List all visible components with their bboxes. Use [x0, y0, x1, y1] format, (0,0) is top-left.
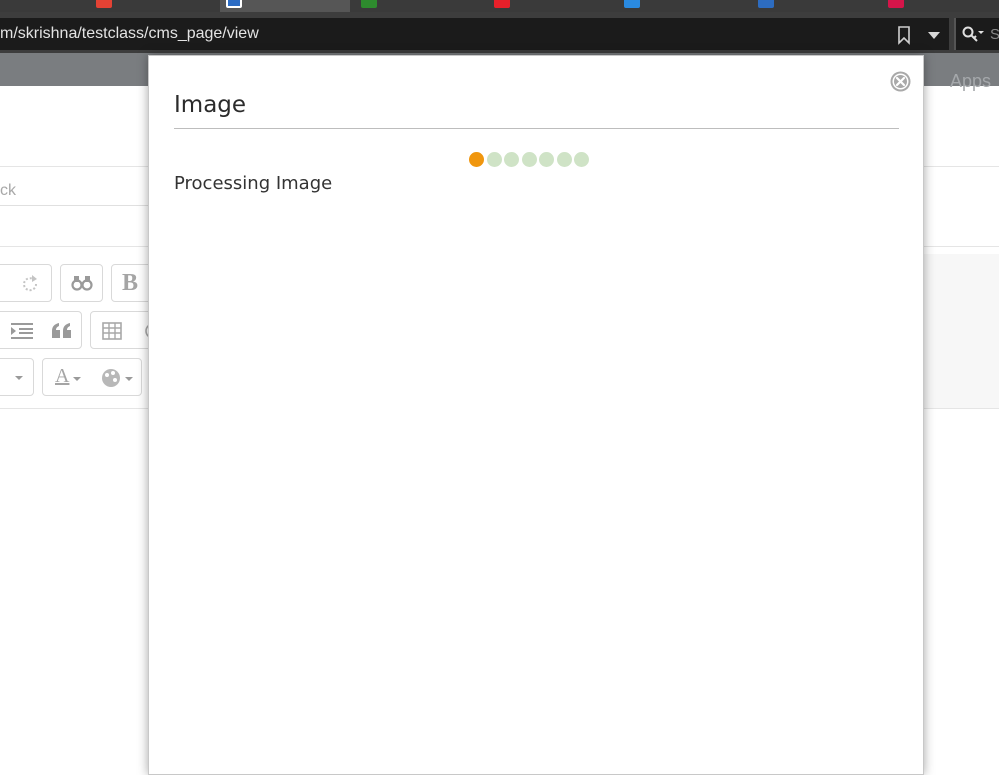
search-key-icon	[962, 26, 984, 42]
tab-favicon-icon	[494, 0, 510, 8]
browser-tab[interactable]	[752, 0, 882, 12]
browser-toolbar: m/skrishna/testclass/cms_page/view S	[0, 12, 999, 53]
editor-right-panel	[922, 254, 999, 409]
redo-icon[interactable]	[19, 273, 41, 295]
chevron-down-icon	[15, 376, 23, 380]
browser-search-placeholder: S	[990, 26, 999, 43]
image-modal: Image Processing Image	[148, 55, 924, 775]
browser-tab[interactable]	[90, 0, 215, 12]
color-group: A	[42, 358, 142, 396]
blockquote-icon[interactable]	[51, 322, 73, 340]
tab-favicon-icon	[96, 0, 112, 8]
page-search-placeholder: ck	[0, 182, 16, 199]
table-icon[interactable]	[102, 322, 122, 340]
find-button[interactable]	[60, 264, 103, 302]
indent-quote-group	[0, 311, 82, 349]
loading-dot	[574, 152, 589, 167]
modal-header-divider	[174, 128, 899, 129]
loading-dot	[521, 152, 537, 167]
tab-favicon-icon	[226, 0, 242, 8]
tab-favicon-icon	[361, 0, 377, 8]
font-size-dropdown[interactable]	[0, 358, 34, 396]
processing-status-text: Processing Image	[174, 173, 333, 194]
browser-tab[interactable]	[618, 0, 748, 12]
modal-title: Image	[174, 92, 247, 118]
text-color-icon[interactable]: A	[55, 365, 69, 388]
apps-link[interactable]: Apps	[950, 71, 991, 92]
loading-dot	[556, 152, 572, 167]
browser-tab-strip	[0, 0, 999, 12]
chevron-down-icon	[125, 377, 133, 381]
loading-dot	[539, 152, 554, 167]
chevron-down-icon	[73, 377, 81, 381]
browser-tab[interactable]	[355, 0, 485, 12]
binoculars-icon	[71, 276, 93, 291]
browser-tab[interactable]	[488, 0, 618, 12]
indent-icon[interactable]	[11, 322, 33, 340]
page-search-input[interactable]: ck	[0, 174, 160, 206]
bookmark-icon[interactable]	[895, 25, 913, 45]
address-bar-url[interactable]: m/skrishna/testclass/cms_page/view	[0, 25, 259, 43]
tab-favicon-icon	[624, 0, 640, 8]
undo-redo-group	[0, 264, 52, 302]
browser-tab-active[interactable]	[220, 0, 350, 12]
tab-favicon-icon	[758, 0, 774, 8]
chevron-down-icon[interactable]	[925, 26, 943, 44]
palette-icon[interactable]	[101, 368, 123, 388]
tab-favicon-icon	[888, 0, 904, 8]
loading-dot	[504, 152, 519, 167]
browser-search-box[interactable]: S	[954, 18, 999, 50]
loading-dot	[469, 152, 484, 167]
browser-tab[interactable]	[882, 0, 999, 12]
loading-dot	[486, 152, 502, 167]
close-icon[interactable]	[889, 70, 912, 93]
bold-icon[interactable]: B	[122, 270, 138, 297]
address-bar[interactable]: m/skrishna/testclass/cms_page/view	[0, 18, 949, 50]
